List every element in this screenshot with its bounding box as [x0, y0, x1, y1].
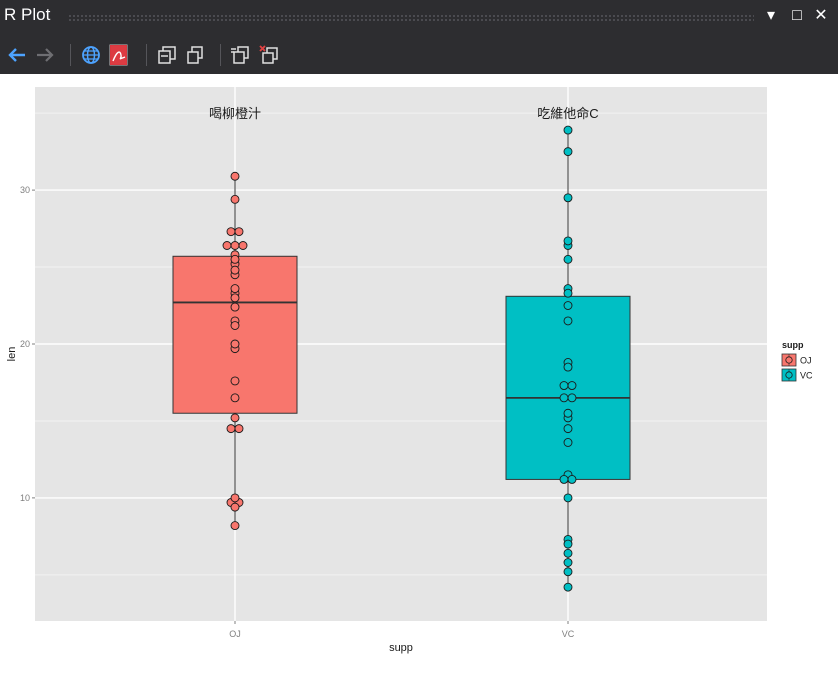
group-label: 喝柳橙汁: [209, 106, 261, 121]
pdf-icon[interactable]: [108, 44, 130, 66]
globe-icon[interactable]: [80, 44, 102, 66]
data-point: [230, 241, 240, 250]
x-axis-title: supp: [389, 642, 413, 654]
data-point: [563, 567, 573, 577]
data-point: [234, 227, 244, 237]
data-point: [567, 474, 577, 484]
data-point: [563, 288, 573, 298]
y-axis-title: len: [6, 347, 18, 362]
data-point: [230, 376, 240, 386]
data-point: [230, 321, 240, 330]
forward-arrow-icon[interactable]: [34, 44, 56, 66]
data-point: [559, 381, 569, 390]
data-point: [567, 381, 577, 390]
copy-window-icon[interactable]: [156, 44, 178, 66]
data-point: [559, 393, 569, 403]
toolbar: [0, 36, 838, 74]
data-point: [563, 254, 573, 264]
toolbar-separator: [220, 44, 221, 66]
close-plot-icon[interactable]: [258, 44, 280, 66]
title-bar-grip[interactable]: [68, 14, 754, 22]
data-point: [559, 474, 569, 484]
data-point: [563, 362, 573, 372]
close-button[interactable]: ✕: [810, 6, 832, 26]
group-label: 吃維他命C: [537, 106, 598, 121]
data-point: [567, 393, 577, 403]
data-point: [563, 301, 573, 310]
y-tick-label: 30: [20, 185, 30, 195]
data-point: [230, 521, 240, 531]
data-point: [230, 339, 240, 349]
data-point: [563, 548, 573, 558]
boxplot-chart: 喝柳橙汁 吃維他命C 10 20 30 OJ VC supp len supp OJ VC: [6, 87, 813, 654]
data-point: [563, 147, 573, 157]
data-point: [226, 227, 236, 237]
data-point: [563, 236, 573, 246]
legend-title: supp: [782, 340, 804, 350]
data-point: [230, 284, 240, 294]
toolbar-separator: [146, 44, 147, 66]
data-point: [226, 424, 236, 434]
window-title: R Plot: [4, 5, 51, 24]
data-point: [230, 171, 240, 181]
data-point: [563, 539, 573, 549]
data-point: [563, 558, 573, 567]
plot-panel: [35, 87, 767, 621]
data-point: [230, 293, 240, 303]
dropdown-button[interactable]: ▾: [760, 6, 782, 26]
data-point: [230, 254, 240, 264]
legend-key-point: [785, 356, 793, 364]
data-point: [563, 438, 573, 447]
data-point: [238, 241, 248, 250]
data-point: [563, 493, 573, 503]
data-point: [234, 424, 244, 434]
data-point: [563, 424, 573, 434]
x-tick-label: OJ: [229, 629, 241, 639]
data-point: [230, 302, 240, 312]
y-tick-label: 10: [20, 493, 30, 503]
data-point: [230, 502, 240, 512]
y-tick-label: 20: [20, 339, 30, 349]
data-point: [563, 316, 573, 326]
legend-label: VC: [800, 371, 813, 381]
data-point: [563, 193, 573, 203]
data-point: [230, 265, 240, 275]
legend-key-point: [785, 371, 793, 379]
data-point: [230, 493, 240, 503]
data-point: [563, 408, 573, 418]
data-point: [230, 194, 240, 204]
data-point: [230, 413, 240, 423]
toolbar-separator: [70, 44, 71, 66]
data-point: [230, 393, 240, 403]
maximize-button[interactable]: □: [786, 6, 808, 26]
data-point: [563, 582, 573, 592]
title-bar: R Plot ▾ □ ✕: [0, 0, 838, 36]
back-arrow-icon[interactable]: [6, 44, 28, 66]
box-oj: [172, 255, 298, 414]
legend-label: OJ: [800, 356, 812, 366]
data-point: [563, 125, 573, 135]
copy-icon[interactable]: [184, 44, 206, 66]
data-point: [222, 241, 232, 250]
copy-back-icon[interactable]: [230, 44, 252, 66]
x-tick-label: VC: [562, 629, 575, 639]
